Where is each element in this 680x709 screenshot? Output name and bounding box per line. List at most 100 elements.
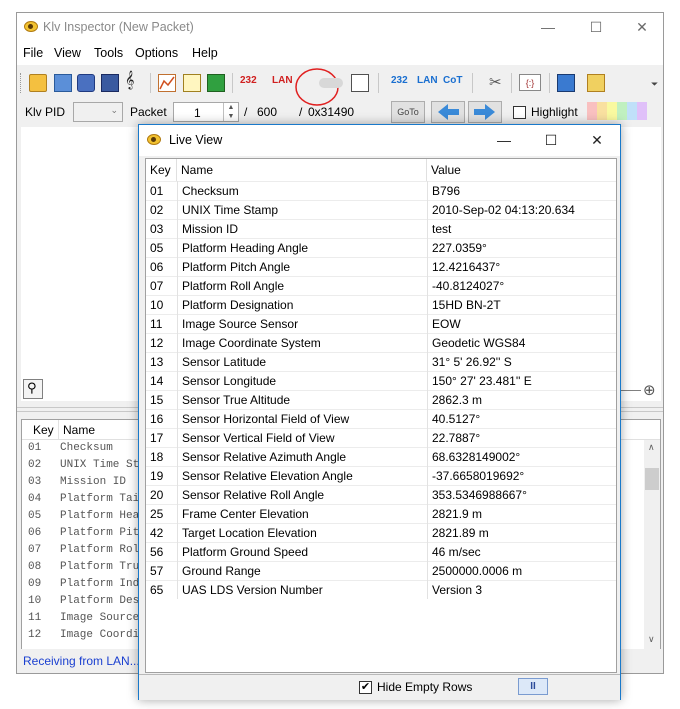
table-row[interactable]: 04 Platform Tai <box>22 491 146 508</box>
toggle-icon[interactable] <box>319 78 343 88</box>
klv-pid-dropdown[interactable]: ⌄ <box>73 102 123 122</box>
goto-button[interactable]: GoTo <box>391 101 425 123</box>
zoom-slider-track[interactable] <box>621 390 641 391</box>
table-row[interactable]: 02 UNIX Time St <box>22 457 146 474</box>
highlight-checkbox[interactable] <box>513 106 526 119</box>
scroll-up-icon[interactable]: ∧ <box>648 442 655 453</box>
graph-icon[interactable] <box>158 74 176 92</box>
cell-key: 05 <box>28 510 42 522</box>
menu-tools[interactable]: Tools <box>94 46 123 60</box>
vertical-scrollbar[interactable]: ∧ ∨ <box>644 440 660 650</box>
zoom-view-icon[interactable] <box>351 74 369 92</box>
overflow-icon[interactable]: ⏷ <box>651 79 658 90</box>
arrow-right-icon <box>474 104 495 120</box>
cell-value: -40.8124027° <box>432 279 505 293</box>
table-row[interactable]: 11 Image Source <box>22 610 146 627</box>
packet-spinner[interactable]: ▲ ▼ <box>223 103 238 121</box>
import-icon[interactable] <box>207 74 225 92</box>
grid-row[interactable]: 25 Frame Center Elevation 2821.9 m <box>146 504 616 523</box>
print-icon[interactable] <box>101 74 119 92</box>
swatch-color[interactable] <box>617 102 627 120</box>
grid-row[interactable]: 07 Platform Roll Angle -40.8124027° <box>146 276 616 295</box>
grid-row[interactable]: 19 Sensor Relative Elevation Angle -37.665… <box>146 466 616 485</box>
pause-button[interactable]: II <box>518 678 548 695</box>
swatch-color[interactable] <box>637 102 647 120</box>
cot-button[interactable]: CoT <box>443 75 462 86</box>
lan-button[interactable]: LAN <box>272 75 293 86</box>
grid-row[interactable]: 14 Sensor Longitude 150° 27' 23.481'' E <box>146 371 616 390</box>
table-row[interactable]: 05 Platform Hea <box>22 508 146 525</box>
packet-number-input[interactable]: 1 ▲ ▼ <box>173 102 239 122</box>
grid-row[interactable]: 56 Platform Ground Speed 46 m/sec <box>146 542 616 561</box>
table-row[interactable]: 09 Platform Ind <box>22 576 146 593</box>
scrollbar-thumb[interactable] <box>645 468 659 490</box>
cell-value: Geodetic WGS84 <box>432 336 526 350</box>
music-clef-icon[interactable]: 𝄞 <box>125 72 134 90</box>
grid-row[interactable]: 10 Platform Designation 15HD BN-2T <box>146 295 616 314</box>
swatch-color[interactable] <box>607 102 617 120</box>
picture-icon[interactable] <box>557 74 575 92</box>
table-row[interactable]: 07 Platform Rol <box>22 542 146 559</box>
grid-row[interactable]: 01 Checksum B796 <box>146 181 616 200</box>
search-button[interactable]: ⚲ <box>23 379 43 399</box>
grid-row[interactable]: 17 Sensor Vertical Field of View 22.7887° <box>146 428 616 447</box>
maximize-button[interactable]: ☐ <box>573 13 619 43</box>
menu-options[interactable]: Options <box>135 46 178 60</box>
menu-file[interactable]: File <box>23 46 43 60</box>
live-maximize-button[interactable]: ☐ <box>528 126 574 156</box>
cell-key: 19 <box>150 469 164 483</box>
column-header-key[interactable]: Key <box>33 423 54 437</box>
swatch-color[interactable] <box>627 102 637 120</box>
column-header-value[interactable]: Value <box>427 159 616 181</box>
scroll-down-icon[interactable]: ∨ <box>648 634 655 645</box>
grid-row[interactable]: 57 Ground Range 2500000.0006 m <box>146 561 616 580</box>
table-row[interactable]: 01 Checksum <box>22 440 146 457</box>
json-icon[interactable]: {:} <box>519 74 541 91</box>
column-header-name[interactable]: Name <box>63 423 95 437</box>
zoom-in-icon[interactable]: ⊕ <box>643 381 656 399</box>
menu-view[interactable]: View <box>54 46 81 60</box>
previous-packet-button[interactable] <box>431 101 465 123</box>
grid-row[interactable]: 16 Sensor Horizontal Field of View 40.5127… <box>146 409 616 428</box>
lan-button-2[interactable]: LAN <box>417 75 438 86</box>
live-close-button[interactable]: ✕ <box>574 126 620 156</box>
column-header-name[interactable]: Name <box>177 159 427 181</box>
grid-row[interactable]: 03 Mission ID test <box>146 219 616 238</box>
close-button[interactable]: ✕ <box>619 13 665 43</box>
grid-row[interactable]: 11 Image Source Sensor EOW <box>146 314 616 333</box>
grid-row[interactable]: 15 Sensor True Altitude 2862.3 m <box>146 390 616 409</box>
table-row[interactable]: 10 Platform Des <box>22 593 146 610</box>
serial-232-button-2[interactable]: 232 <box>391 75 408 86</box>
map-icon[interactable] <box>587 74 605 92</box>
minimize-button[interactable]: — <box>525 13 571 43</box>
open-folder-icon[interactable] <box>29 74 47 92</box>
grid-row[interactable]: 02 UNIX Time Stamp 2010-Sep-02 04:13:20.63… <box>146 200 616 219</box>
menu-help[interactable]: Help <box>192 46 218 60</box>
table-row[interactable]: 12 Image Coordi <box>22 627 146 644</box>
next-packet-button[interactable] <box>468 101 502 123</box>
export-icon[interactable] <box>77 74 95 92</box>
swatch-color[interactable] <box>597 102 607 120</box>
table-row[interactable]: 08 Platform Tru <box>22 559 146 576</box>
live-minimize-button[interactable]: — <box>481 126 527 156</box>
grid-row[interactable]: 18 Sensor Relative Azimuth Angle 68.632814… <box>146 447 616 466</box>
table-row[interactable]: 03 Mission ID <box>22 474 146 491</box>
grid-row[interactable]: 06 Platform Pitch Angle 12.4216437° <box>146 257 616 276</box>
grid-row[interactable]: 05 Platform Heading Angle 227.0359° <box>146 238 616 257</box>
grid-row[interactable]: 13 Sensor Latitude 31° 5' 26.92'' S <box>146 352 616 371</box>
grid-row[interactable]: 42 Target Location Elevation 2821.89 m <box>146 523 616 542</box>
grid-row[interactable]: 65 UAS LDS Version Number Version 3 <box>146 580 616 599</box>
grid-row[interactable]: 20 Sensor Relative Roll Angle 353.53469886… <box>146 485 616 504</box>
tools-icon[interactable]: ✂ <box>489 73 502 91</box>
hide-empty-rows-checkbox[interactable]: ✔ <box>359 681 372 694</box>
cell-value: 2821.89 m <box>432 526 489 540</box>
edit-icon[interactable] <box>183 74 201 92</box>
table-row[interactable]: 06 Platform Pit <box>22 525 146 542</box>
serial-232-button[interactable]: 232 <box>240 75 257 86</box>
column-header-key[interactable]: Key <box>146 159 177 181</box>
status-text: Receiving from LAN... <box>23 654 140 668</box>
swatch-color[interactable] <box>587 102 597 120</box>
save-icon[interactable] <box>54 74 72 92</box>
grid-row[interactable]: 12 Image Coordinate System Geodetic WGS84 <box>146 333 616 352</box>
highlight-color-swatches[interactable] <box>587 102 647 120</box>
